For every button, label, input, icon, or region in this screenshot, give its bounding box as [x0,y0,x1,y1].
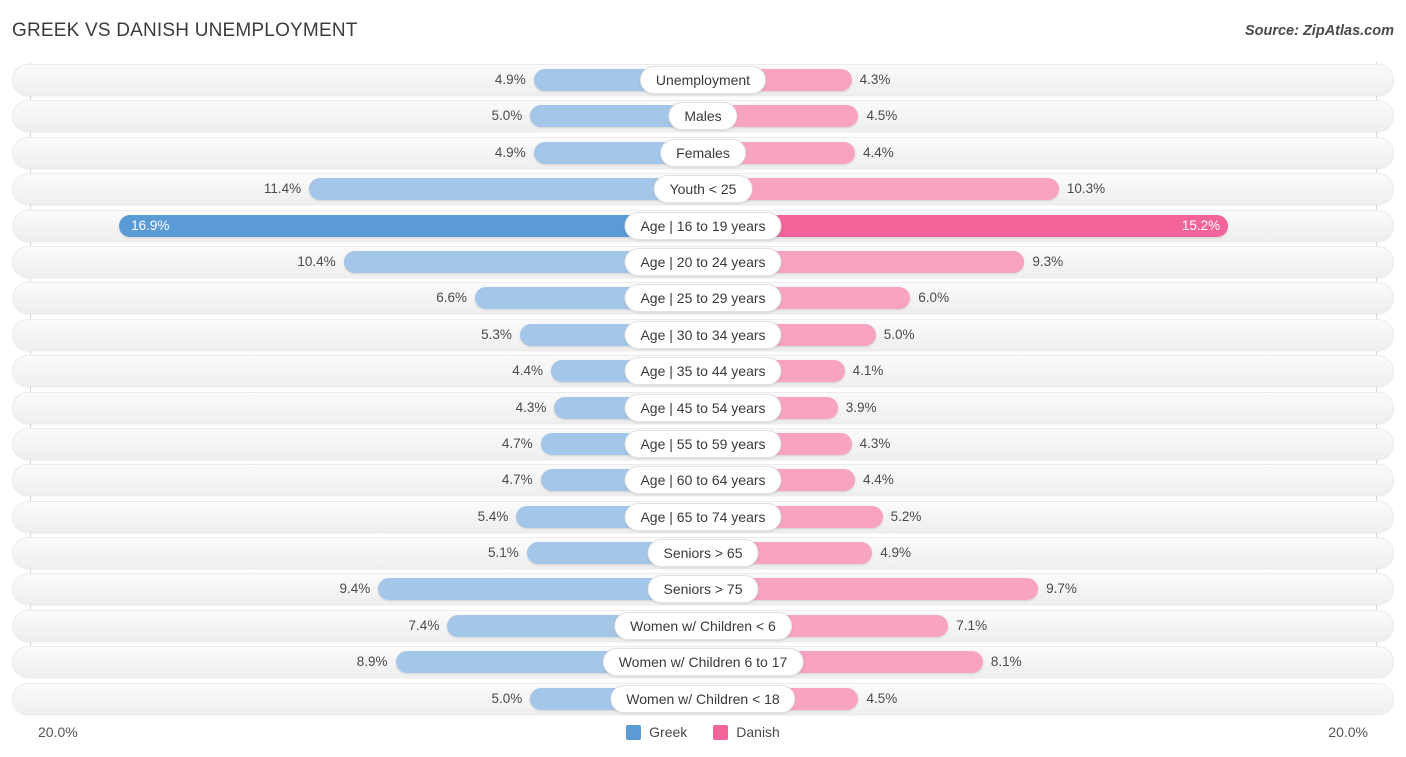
table-row: 4.9% 4.4% Females [0,136,1406,169]
value-label-danish: 8.1% [990,654,1022,670]
table-row: 8.9% 8.1% Women w/ Children 6 to 17 [0,646,1406,679]
plot-area: 4.9% 4.3% Unemployment 5.0% 4.5% Males 4.9% 4.4… [0,62,1406,717]
value-label-danish: 4.4% [863,472,894,488]
category-label-pill: Women w/ Children 6 to 17 [602,648,804,677]
table-row: 5.3% 5.0% Age | 30 to 34 years [0,318,1406,351]
value-label-greek: 11.4% [263,181,302,197]
table-row: 16.9% 15.2% Age | 16 to 19 years [0,209,1406,242]
bar-greek[interactable] [309,178,703,201]
table-row: 4.3% 3.9% Age | 45 to 54 years [0,391,1406,424]
value-label-danish: 4.3% [859,435,891,451]
legend-swatch-icon [713,724,729,740]
value-label-danish: 7.1% [956,617,988,633]
value-label-danish: 5.0% [883,326,915,342]
category-label-pill: Youth < 25 [653,175,753,204]
value-label-danish: 6.0% [918,290,950,306]
value-label-danish: 15.2% [1181,217,1221,233]
category-label-pill: Unemployment [639,66,767,94]
value-label-greek: 16.9% [131,217,170,233]
bar-rows-container: 4.9% 4.3% Unemployment 5.0% 4.5% Males 4.9% 4.4… [0,64,1406,719]
value-label-greek: 5.1% [488,545,519,561]
value-label-greek: 7.4% [408,617,440,633]
table-row: 9.4% 9.7% Seniors > 75 [0,573,1406,606]
table-row: 11.4% 10.3% Youth < 25 [0,173,1406,206]
value-label-greek: 5.3% [481,326,512,342]
value-label-greek: 4.7% [501,472,533,488]
table-row: 5.1% 4.9% Seniors > 65 [0,537,1406,570]
category-label-pill: Age | 20 to 24 years [624,247,782,276]
chart-footer: 20.0% 20.0% Greek Danish [0,718,1406,757]
value-label-danish: 9.3% [1032,253,1064,269]
legend-item[interactable]: Danish [713,724,780,740]
legend-label: Danish [736,724,780,740]
bar-danish[interactable] [703,178,1059,201]
table-row: 6.6% 6.0% Age | 25 to 29 years [0,282,1406,315]
category-label-pill: Age | 45 to 54 years [624,393,782,422]
chart-root: GREEK VS DANISH UNEMPLOYMENT Source: Zip… [0,0,1406,757]
legend-item[interactable]: Greek [626,724,687,740]
source-attribution: Source: ZipAtlas.com [1244,23,1394,39]
value-label-greek: 5.4% [477,508,509,524]
value-label-greek: 4.9% [494,72,526,87]
bar-danish[interactable] [703,214,1229,237]
value-label-danish: 4.1% [852,363,884,379]
value-label-danish: 4.5% [866,108,898,124]
category-label-pill: Age | 16 to 19 years [624,211,782,240]
category-label-pill: Age | 30 to 34 years [624,320,782,349]
bar-greek[interactable] [119,214,703,237]
table-row: 4.7% 4.4% Age | 60 to 64 years [0,464,1406,497]
page-title: GREEK VS DANISH UNEMPLOYMENT [12,20,358,41]
category-label-pill: Females [660,138,746,167]
value-label-greek: 4.7% [501,435,533,451]
value-label-greek: 6.6% [436,290,467,306]
category-label-pill: Males [668,102,738,131]
table-row: 4.4% 4.1% Age | 35 to 44 years [0,355,1406,388]
table-row: 5.0% 4.5% Males [0,100,1406,133]
value-label-danish: 4.4% [863,144,894,160]
value-label-danish: 9.7% [1046,581,1077,597]
category-label-pill: Age | 25 to 29 years [624,284,782,313]
table-row: 5.4% 5.2% Age | 65 to 74 years [0,500,1406,533]
category-label-pill: Seniors > 75 [647,575,759,604]
table-row: 4.7% 4.3% Age | 55 to 59 years [0,427,1406,460]
category-label-pill: Seniors > 65 [647,539,759,568]
category-label-pill: Age | 35 to 44 years [624,357,782,386]
value-label-danish: 4.5% [866,690,898,706]
value-label-danish: 10.3% [1066,181,1106,197]
value-label-greek: 5.0% [491,108,523,124]
value-label-greek: 8.9% [356,654,388,670]
value-label-greek: 4.3% [515,399,547,415]
table-row: 5.0% 4.5% Women w/ Children < 18 [0,682,1406,715]
value-label-greek: 10.4% [297,253,336,269]
value-label-greek: 5.0% [491,690,523,706]
value-label-danish: 4.9% [880,545,912,561]
category-label-pill: Age | 60 to 64 years [624,466,782,495]
category-label-pill: Age | 55 to 59 years [624,429,782,458]
value-label-danish: 5.2% [890,508,922,524]
legend-label: Greek [649,724,688,740]
value-label-greek: 4.4% [512,363,543,379]
table-row: 7.4% 7.1% Women w/ Children < 6 [0,609,1406,642]
legend-swatch-icon [626,724,642,740]
value-label-danish: 4.3% [859,72,891,87]
value-label-danish: 3.9% [845,399,877,415]
chart-legend: Greek Danish [0,724,1406,740]
category-label-pill: Women w/ Children < 18 [610,684,796,713]
category-label-pill: Age | 65 to 74 years [624,502,782,531]
value-label-greek: 4.9% [494,144,526,160]
table-row: 4.9% 4.3% Unemployment [0,64,1406,96]
category-label-pill: Women w/ Children < 6 [614,611,792,640]
table-row: 10.4% 9.3% Age | 20 to 24 years [0,245,1406,278]
value-label-greek: 9.4% [339,581,371,597]
